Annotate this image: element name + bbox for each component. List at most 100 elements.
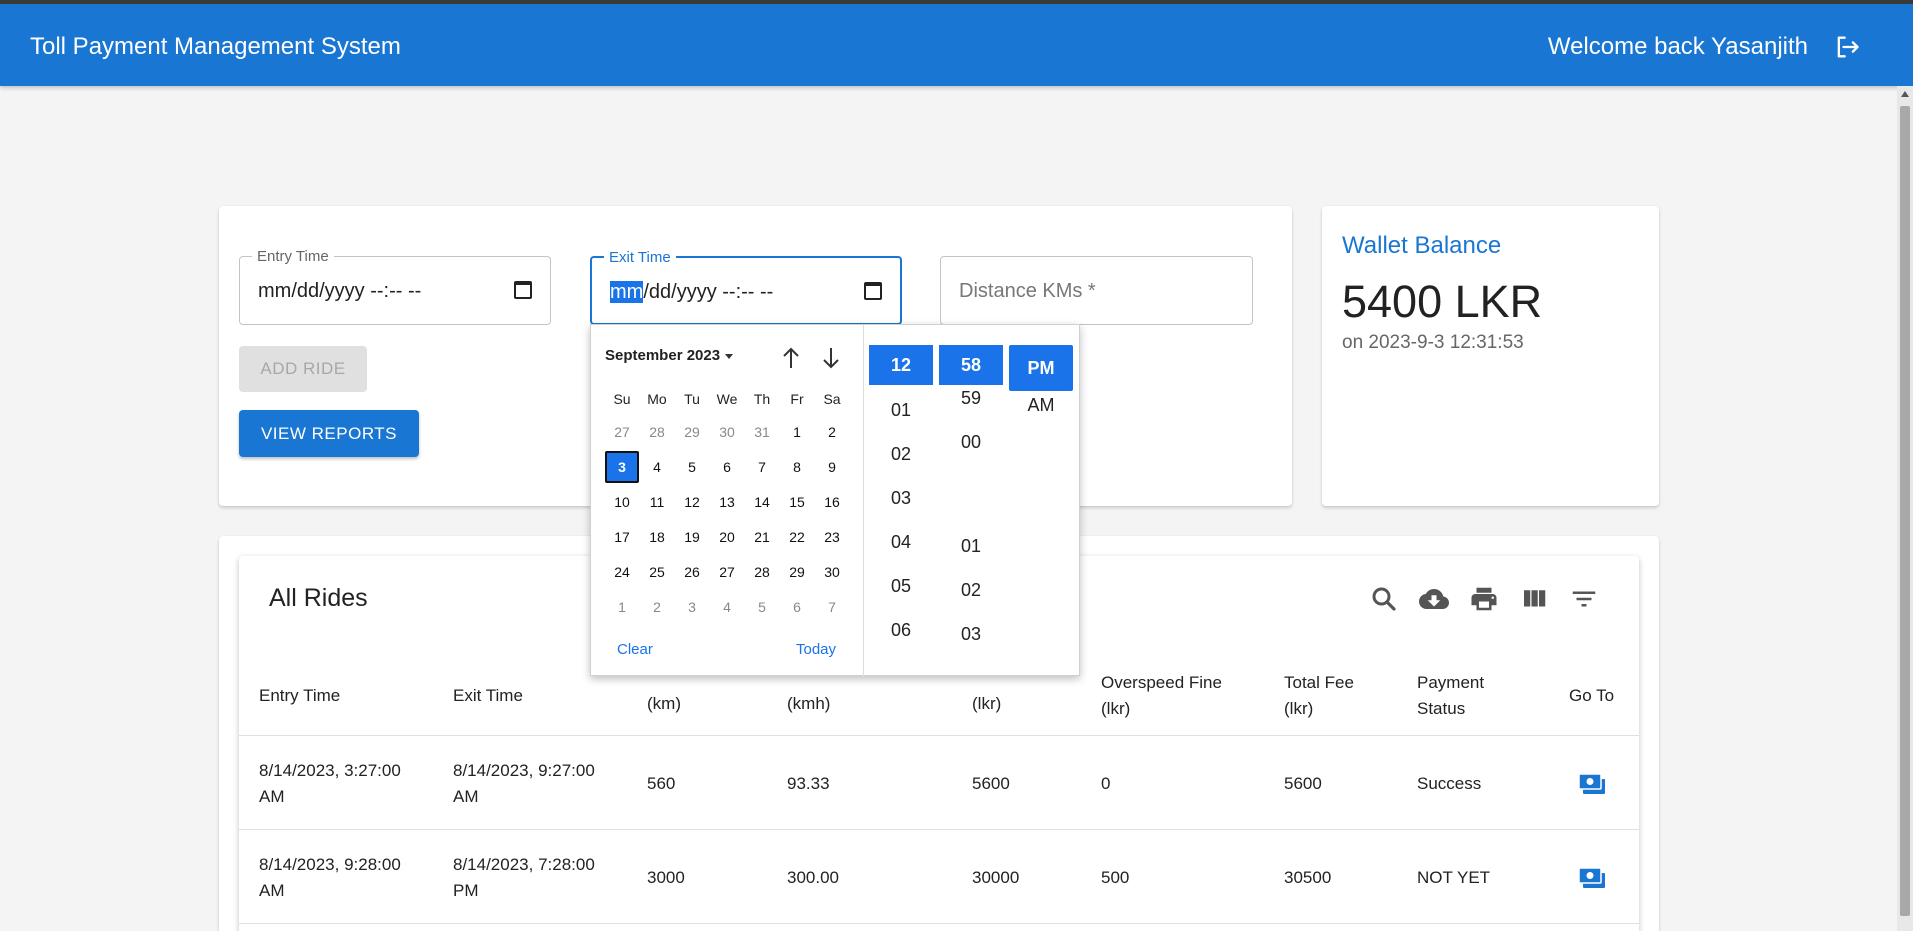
day-cell[interactable]: 17 — [605, 521, 639, 553]
payment-icon[interactable] — [1578, 831, 1606, 924]
minute-option[interactable]: 59 — [939, 385, 1003, 411]
day-cell[interactable]: 9 — [815, 451, 849, 483]
day-cell[interactable]: 26 — [675, 556, 709, 588]
day-cell[interactable]: 10 — [605, 486, 639, 518]
minute-option[interactable]: 01 — [939, 533, 1003, 559]
download-icon[interactable] — [1419, 584, 1449, 614]
hour-option[interactable]: 12 — [869, 345, 933, 385]
table-row[interactable]: 8/14/2023, 3:27:00 AM 8/14/2023, 9:27:00… — [239, 737, 1639, 830]
day-cell[interactable]: 31 — [745, 416, 779, 448]
header-go-to[interactable]: Go To — [1569, 656, 1614, 736]
header-speed[interactable]: (kmh) — [787, 672, 830, 736]
day-cell[interactable]: 7 — [815, 591, 849, 623]
header-exit-time[interactable]: Exit Time — [453, 656, 523, 736]
columns-icon[interactable] — [1519, 584, 1549, 614]
day-cell[interactable]: 21 — [745, 521, 779, 553]
caret-down-icon[interactable] — [725, 354, 733, 359]
day-cell[interactable]: 30 — [815, 556, 849, 588]
day-cell[interactable]: 18 — [640, 521, 674, 553]
day-cell[interactable]: 6 — [710, 451, 744, 483]
table-row[interactable]: 8/14/2023, 9:28:00 AM 8/14/2023, 7:28:00… — [239, 831, 1639, 924]
print-icon[interactable] — [1469, 584, 1499, 614]
day-cell[interactable]: 27 — [710, 556, 744, 588]
day-cell[interactable]: 8 — [780, 451, 814, 483]
day-cell[interactable]: 7 — [745, 451, 779, 483]
calendar-icon[interactable] — [514, 281, 532, 299]
day-cell[interactable]: 24 — [605, 556, 639, 588]
exit-time-rest[interactable]: /dd/yyyy --:-- -- — [643, 281, 773, 303]
view-reports-button[interactable]: VIEW REPORTS — [239, 410, 419, 457]
header-fee[interactable]: (lkr) — [972, 672, 1001, 736]
day-cell[interactable]: 30 — [710, 416, 744, 448]
day-cell[interactable]: 12 — [675, 486, 709, 518]
day-cell[interactable]: 4 — [640, 451, 674, 483]
hour-option[interactable]: 02 — [869, 441, 933, 467]
scroll-up-arrow[interactable] — [1901, 91, 1909, 97]
exit-time-value[interactable]: mm/dd/yyyy --:-- -- — [610, 281, 773, 304]
day-cell[interactable]: 27 — [605, 416, 639, 448]
exit-time-month-segment[interactable]: mm — [610, 281, 644, 303]
scrollbar-thumb[interactable] — [1900, 106, 1910, 916]
day-cell[interactable]: 19 — [675, 521, 709, 553]
day-cell[interactable]: 20 — [710, 521, 744, 553]
day-cell[interactable]: 11 — [640, 486, 674, 518]
day-cell[interactable]: 16 — [815, 486, 849, 518]
distance-placeholder[interactable]: Distance KMs * — [959, 280, 1096, 303]
day-cell[interactable]: 1 — [780, 416, 814, 448]
distance-field[interactable]: Distance KMs * — [940, 256, 1253, 325]
header-entry-time[interactable]: Entry Time — [259, 656, 340, 736]
table-title: All Rides — [269, 584, 368, 612]
minute-option[interactable]: 03 — [939, 621, 1003, 647]
exit-time-cell: 8/14/2023, 9:27:00 AM — [453, 760, 595, 806]
day-cell[interactable]: 6 — [780, 591, 814, 623]
clear-link[interactable]: Clear — [617, 641, 653, 658]
day-cell[interactable]: 5 — [745, 591, 779, 623]
hour-option[interactable]: 03 — [869, 485, 933, 511]
fine-cell: 0 — [1101, 773, 1111, 793]
search-icon[interactable] — [1369, 584, 1399, 614]
month-year-selector[interactable]: September 2023 — [605, 347, 720, 364]
page-scrollbar[interactable] — [1897, 86, 1913, 931]
next-month-arrow-icon[interactable] — [819, 345, 843, 371]
day-cell[interactable]: 29 — [675, 416, 709, 448]
entry-time-value[interactable]: mm/dd/yyyy --:-- -- — [258, 280, 421, 303]
exit-time-field[interactable]: Exit Time mm/dd/yyyy --:-- -- — [590, 249, 902, 325]
day-cell[interactable]: 2 — [640, 591, 674, 623]
day-cell[interactable]: 13 — [710, 486, 744, 518]
day-cell[interactable]: 15 — [780, 486, 814, 518]
minute-option[interactable]: 00 — [939, 429, 1003, 455]
hour-option[interactable]: 01 — [869, 397, 933, 423]
add-ride-button[interactable]: ADD RIDE — [239, 346, 367, 392]
calendar-icon[interactable] — [864, 282, 882, 300]
hour-option[interactable]: 06 — [869, 617, 933, 643]
day-cell[interactable]: 2 — [815, 416, 849, 448]
logout-icon[interactable] — [1833, 33, 1861, 61]
day-cell[interactable]: 4 — [710, 591, 744, 623]
header-total-fee[interactable]: Total Fee (lkr) — [1284, 656, 1354, 736]
header-distance[interactable]: (km) — [647, 672, 681, 736]
day-cell[interactable]: 3 — [675, 591, 709, 623]
day-cell[interactable]: 29 — [780, 556, 814, 588]
payment-icon[interactable] — [1578, 737, 1606, 830]
day-cell[interactable]: 3 — [605, 451, 639, 483]
day-cell[interactable]: 23 — [815, 521, 849, 553]
ampm-option[interactable]: AM — [1009, 392, 1073, 418]
day-cell[interactable]: 28 — [640, 416, 674, 448]
minute-option[interactable]: 58 — [939, 345, 1003, 385]
day-cell[interactable]: 22 — [780, 521, 814, 553]
hour-option[interactable]: 04 — [869, 529, 933, 555]
entry-time-field[interactable]: Entry Time mm/dd/yyyy --:-- -- — [239, 248, 551, 325]
previous-month-arrow-icon[interactable] — [779, 345, 803, 371]
day-cell[interactable]: 25 — [640, 556, 674, 588]
today-link[interactable]: Today — [796, 641, 836, 658]
header-payment-status[interactable]: Payment Status — [1417, 656, 1484, 736]
day-cell[interactable]: 28 — [745, 556, 779, 588]
hour-option[interactable]: 05 — [869, 573, 933, 599]
minute-option[interactable]: 02 — [939, 577, 1003, 603]
ampm-option[interactable]: PM — [1009, 345, 1073, 391]
day-cell[interactable]: 1 — [605, 591, 639, 623]
header-overspeed-fine[interactable]: Overspeed Fine (lkr) — [1101, 656, 1222, 736]
day-cell[interactable]: 5 — [675, 451, 709, 483]
day-cell[interactable]: 14 — [745, 486, 779, 518]
filter-icon[interactable] — [1569, 584, 1599, 614]
